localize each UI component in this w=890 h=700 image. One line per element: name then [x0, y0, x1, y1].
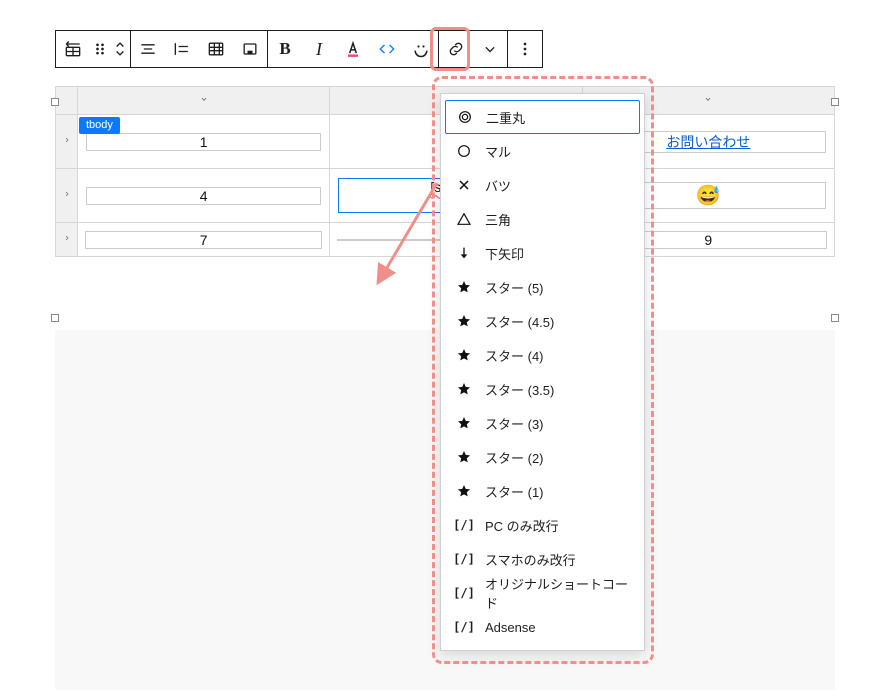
chevron-down-icon: [199, 94, 209, 107]
text-color-button[interactable]: [336, 31, 370, 67]
cell-link[interactable]: お問い合わせ: [666, 132, 750, 152]
italic-label: I: [316, 39, 322, 60]
shortcode-icon: [/]: [455, 618, 473, 636]
shortcode-icon: [/]: [455, 584, 473, 602]
dropdown-item-label: 三角: [485, 210, 511, 229]
dropdown-item-label: PC のみ改行: [485, 516, 559, 535]
dropdown-item-label: 二重丸: [486, 108, 525, 127]
dropdown-item[interactable]: スター (1): [445, 474, 640, 508]
selection-handle[interactable]: [51, 98, 59, 106]
row-header[interactable]: [56, 169, 78, 223]
code-button[interactable]: [370, 31, 404, 67]
shortcode-icon: [/]: [455, 550, 473, 568]
dropdown-item-label: スター (4.5): [485, 312, 554, 331]
table-cell[interactable]: 4: [78, 169, 330, 223]
arrow-down-icon: [455, 244, 473, 262]
align-left-indent-icon[interactable]: [165, 31, 199, 67]
dropdown-item-label: オリジナルショートコード: [485, 574, 630, 612]
triangle-icon: [455, 210, 473, 228]
cell-emoji: 😅: [696, 183, 721, 208]
cell-text: 1: [200, 134, 208, 150]
star-icon: [455, 448, 473, 466]
dropdown-item[interactable]: 三角: [445, 202, 640, 236]
options-button[interactable]: [508, 31, 542, 67]
link-button[interactable]: [439, 31, 473, 67]
dropdown-item-label: スター (5): [485, 278, 544, 297]
dropdown-item-label: スター (1): [485, 482, 544, 501]
dropdown-item-label: スマホのみ改行: [485, 550, 576, 569]
selection-handle[interactable]: [831, 98, 839, 106]
star-icon: [455, 414, 473, 432]
more-inline-button[interactable]: [473, 31, 507, 67]
column-header[interactable]: [78, 87, 330, 115]
dropdown-item[interactable]: [/] オリジナルショートコード: [445, 576, 640, 610]
dropdown-item[interactable]: バツ: [445, 168, 640, 202]
dropdown-item-label: 下矢印: [485, 244, 524, 263]
circle-icon: [455, 142, 473, 160]
move-up-down-icon[interactable]: [110, 31, 130, 67]
star-icon: [455, 482, 473, 500]
dropdown-item-label: マル: [485, 142, 511, 161]
dropdown-item[interactable]: スター (3): [445, 406, 640, 440]
row-header[interactable]: [56, 223, 78, 257]
cross-icon: [455, 176, 473, 194]
bold-button[interactable]: B: [268, 31, 302, 67]
cell-text: 7: [200, 232, 208, 248]
dropdown-item-label: スター (3): [485, 414, 544, 433]
cell-border-icon[interactable]: [233, 31, 267, 67]
dropdown-item[interactable]: 二重丸: [445, 100, 640, 134]
dropdown-item-label: スター (2): [485, 448, 544, 467]
table-block-icon[interactable]: [56, 31, 90, 67]
emoji-button[interactable]: [404, 31, 438, 67]
dropdown-item[interactable]: スター (4): [445, 338, 640, 372]
dropdown-item-label: スター (3.5): [485, 380, 554, 399]
align-center-icon[interactable]: [131, 31, 165, 67]
shortcode-dropdown: 二重丸マルバツ三角下矢印スター (5) スター (4.5) スター (4) スター (…: [440, 93, 645, 651]
selection-handle[interactable]: [831, 314, 839, 322]
selection-handle[interactable]: [51, 314, 59, 322]
dropdown-item[interactable]: スター (3.5): [445, 372, 640, 406]
dropdown-item[interactable]: 下矢印: [445, 236, 640, 270]
table-cell[interactable]: 7: [78, 223, 330, 257]
row-header[interactable]: [56, 115, 78, 169]
dropdown-item[interactable]: マル: [445, 134, 640, 168]
dropdown-item[interactable]: [/] スマホのみ改行: [445, 542, 640, 576]
star-icon: [455, 380, 473, 398]
dropdown-item[interactable]: スター (5): [445, 270, 640, 304]
double-circle-icon: [456, 108, 474, 126]
star-icon: [455, 312, 473, 330]
cell-text: 4: [200, 188, 208, 204]
block-toolbar: B I: [55, 30, 543, 68]
dropdown-item[interactable]: スター (4.5): [445, 304, 640, 338]
dropdown-item-label: Adsense: [485, 620, 536, 635]
shortcode-icon: [/]: [455, 516, 473, 534]
insert-table-icon[interactable]: [199, 31, 233, 67]
bold-label: B: [279, 39, 290, 59]
dropdown-item[interactable]: [/] PC のみ改行: [445, 508, 640, 542]
dropdown-item-label: バツ: [485, 176, 511, 195]
star-icon: [455, 346, 473, 364]
dropdown-item[interactable]: スター (2): [445, 440, 640, 474]
cell-text: 9: [704, 232, 712, 248]
star-icon: [455, 278, 473, 296]
drag-handle-icon[interactable]: [90, 31, 110, 67]
dropdown-item-label: スター (4): [485, 346, 544, 365]
chevron-down-icon: [703, 94, 713, 107]
dropdown-item[interactable]: [/] Adsense: [445, 610, 640, 644]
tbody-tag-label: tbody: [79, 117, 120, 134]
italic-button[interactable]: I: [302, 31, 336, 67]
